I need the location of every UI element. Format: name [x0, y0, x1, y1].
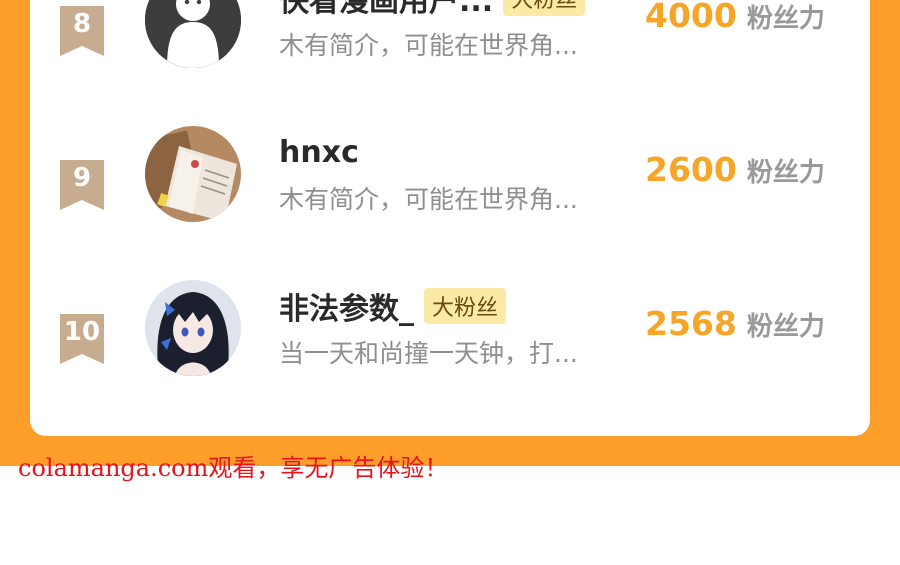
site-watermark: colamanga.com观看，享无广告体验！: [18, 454, 449, 482]
username[interactable]: 快看漫画用户...: [279, 0, 493, 20]
fan-level-badge: 大粉丝: [503, 0, 586, 16]
rank-badge: 8: [60, 6, 104, 56]
score-value: 4000: [645, 0, 737, 35]
leaderboard-card: 8 快看漫画用户... 大粉丝 木有简介，可能在世界角... 4000 粉丝力: [30, 0, 870, 436]
rank-badge: 10: [60, 314, 104, 364]
avatar[interactable]: [145, 126, 241, 222]
score-unit: 粉丝力: [746, 312, 825, 342]
fan-level-badge: 大粉丝: [424, 288, 507, 324]
score-unit: 粉丝力: [746, 158, 825, 188]
name-line: 快看漫画用户... 大粉丝: [279, 0, 586, 20]
anime-girl-avatar: [145, 280, 241, 376]
leaderboard-row[interactable]: 10 非法参数_ 大粉丝 当一天和尚撞一天钟，打... 2568 粉丝力: [30, 280, 870, 436]
leaderboard-row[interactable]: 9 hnxc 木有简介，可能在世界角... 2600 粉丝力: [30, 126, 870, 294]
avatar[interactable]: [145, 0, 241, 68]
user-bio: 当一天和尚撞一天钟，打...: [279, 339, 578, 368]
fan-power-score: 2568 粉丝力: [645, 304, 825, 343]
score-unit: 粉丝力: [746, 4, 825, 34]
rank-number: 9: [72, 163, 92, 193]
rank-badge: 9: [60, 160, 104, 210]
user-bio: 木有简介，可能在世界角...: [279, 31, 578, 60]
leaderboard-row[interactable]: 8 快看漫画用户... 大粉丝 木有简介，可能在世界角... 4000 粉丝力: [30, 0, 870, 140]
score-value: 2600: [645, 150, 737, 189]
avatar[interactable]: [145, 280, 241, 376]
username[interactable]: 非法参数_: [279, 284, 414, 328]
score-value: 2568: [645, 304, 737, 343]
user-bio: 木有简介，可能在世界角...: [279, 185, 578, 214]
fan-power-score: 2600 粉丝力: [645, 150, 825, 189]
username[interactable]: hnxc: [279, 135, 359, 170]
rank-number: 10: [63, 317, 101, 347]
fan-power-score: 4000 粉丝力: [645, 0, 825, 35]
book-photo-avatar: [145, 126, 241, 222]
name-line: 非法参数_ 大粉丝: [279, 284, 507, 328]
name-line: hnxc: [279, 132, 359, 172]
rank-number: 8: [72, 9, 92, 39]
default-ghost-avatar-icon: [145, 0, 241, 68]
